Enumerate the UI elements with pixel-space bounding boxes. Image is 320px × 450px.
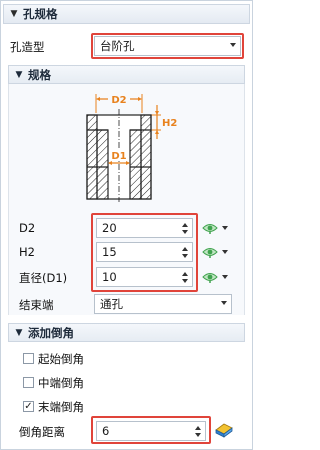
chamfer-distance-input[interactable]: 6 — [96, 421, 206, 441]
eraser-icon[interactable] — [214, 421, 234, 439]
spin-down-icon[interactable] — [182, 230, 188, 234]
d2-value: 20 — [102, 221, 117, 235]
spin-up-icon[interactable] — [182, 223, 188, 227]
spec-header[interactable]: ▼ 规格 — [8, 65, 245, 84]
chamfer-title: 添加倒角 — [28, 325, 74, 340]
end-chamfer-checkbox[interactable]: ✓ — [23, 401, 34, 412]
param-label-h2: H2 — [19, 245, 35, 259]
collapse-triangle-icon: ▼ — [15, 69, 23, 80]
eye-icon[interactable] — [202, 222, 218, 234]
end-chamfer-label: 末端倒角 — [38, 400, 84, 414]
spin-up-icon[interactable] — [195, 426, 201, 430]
end-condition-label: 结束端 — [19, 298, 54, 312]
d2-input[interactable]: 20 — [96, 218, 193, 238]
start-chamfer-checkbox[interactable] — [23, 353, 34, 364]
h2-input[interactable]: 15 — [96, 242, 193, 262]
eye-icon[interactable] — [202, 246, 218, 258]
dropdown-arrow-icon — [230, 43, 236, 47]
hole-type-label: 孔造型 — [10, 40, 45, 54]
hole-feature-panel: ▼ 孔规格 孔造型 台阶孔 ▼ 规格 D2 H2 D1 D2 20 H2 15 … — [0, 0, 253, 450]
spin-up-icon[interactable] — [182, 272, 188, 276]
d1-input[interactable]: 10 — [96, 267, 193, 287]
spin-down-icon[interactable] — [182, 254, 188, 258]
eye-menu-arrow-icon[interactable] — [222, 275, 228, 279]
spin-down-icon[interactable] — [182, 279, 188, 283]
eye-menu-arrow-icon[interactable] — [222, 226, 228, 230]
mid-chamfer-label: 中端倒角 — [38, 376, 84, 390]
chamfer-distance-value: 6 — [102, 424, 110, 438]
d2-dim-label: D2 — [111, 95, 126, 106]
counterbore-diagram: D2 H2 D1 — [86, 93, 177, 202]
spec-title: 规格 — [28, 67, 51, 82]
h2-dim-label: H2 — [162, 118, 177, 129]
collapse-triangle-icon: ▼ — [10, 9, 18, 19]
chamfer-distance-label: 倒角距离 — [19, 425, 65, 439]
end-condition-value: 通孔 — [100, 297, 123, 311]
end-condition-select[interactable]: 通孔 — [94, 294, 232, 314]
h2-value: 15 — [102, 245, 117, 259]
dropdown-arrow-icon — [221, 301, 227, 305]
param-label-d2: D2 — [19, 221, 36, 235]
collapse-triangle-icon: ▼ — [15, 327, 23, 338]
hole-type-value: 台阶孔 — [100, 39, 135, 53]
start-chamfer-label: 起始倒角 — [38, 352, 84, 366]
hole-type-select[interactable]: 台阶孔 — [94, 36, 241, 56]
chamfer-header[interactable]: ▼ 添加倒角 — [8, 323, 245, 342]
param-label-d1: 直径(D1) — [19, 271, 68, 285]
eye-icon[interactable] — [202, 271, 218, 283]
d1-dim-label: D1 — [111, 151, 126, 162]
hole-spec-title: 孔规格 — [23, 7, 58, 21]
spin-up-icon[interactable] — [182, 247, 188, 251]
spin-down-icon[interactable] — [195, 433, 201, 437]
hole-spec-header[interactable]: ▼ 孔规格 — [3, 4, 250, 24]
mid-chamfer-checkbox[interactable] — [23, 377, 34, 388]
eye-menu-arrow-icon[interactable] — [222, 250, 228, 254]
d1-value: 10 — [102, 270, 117, 284]
